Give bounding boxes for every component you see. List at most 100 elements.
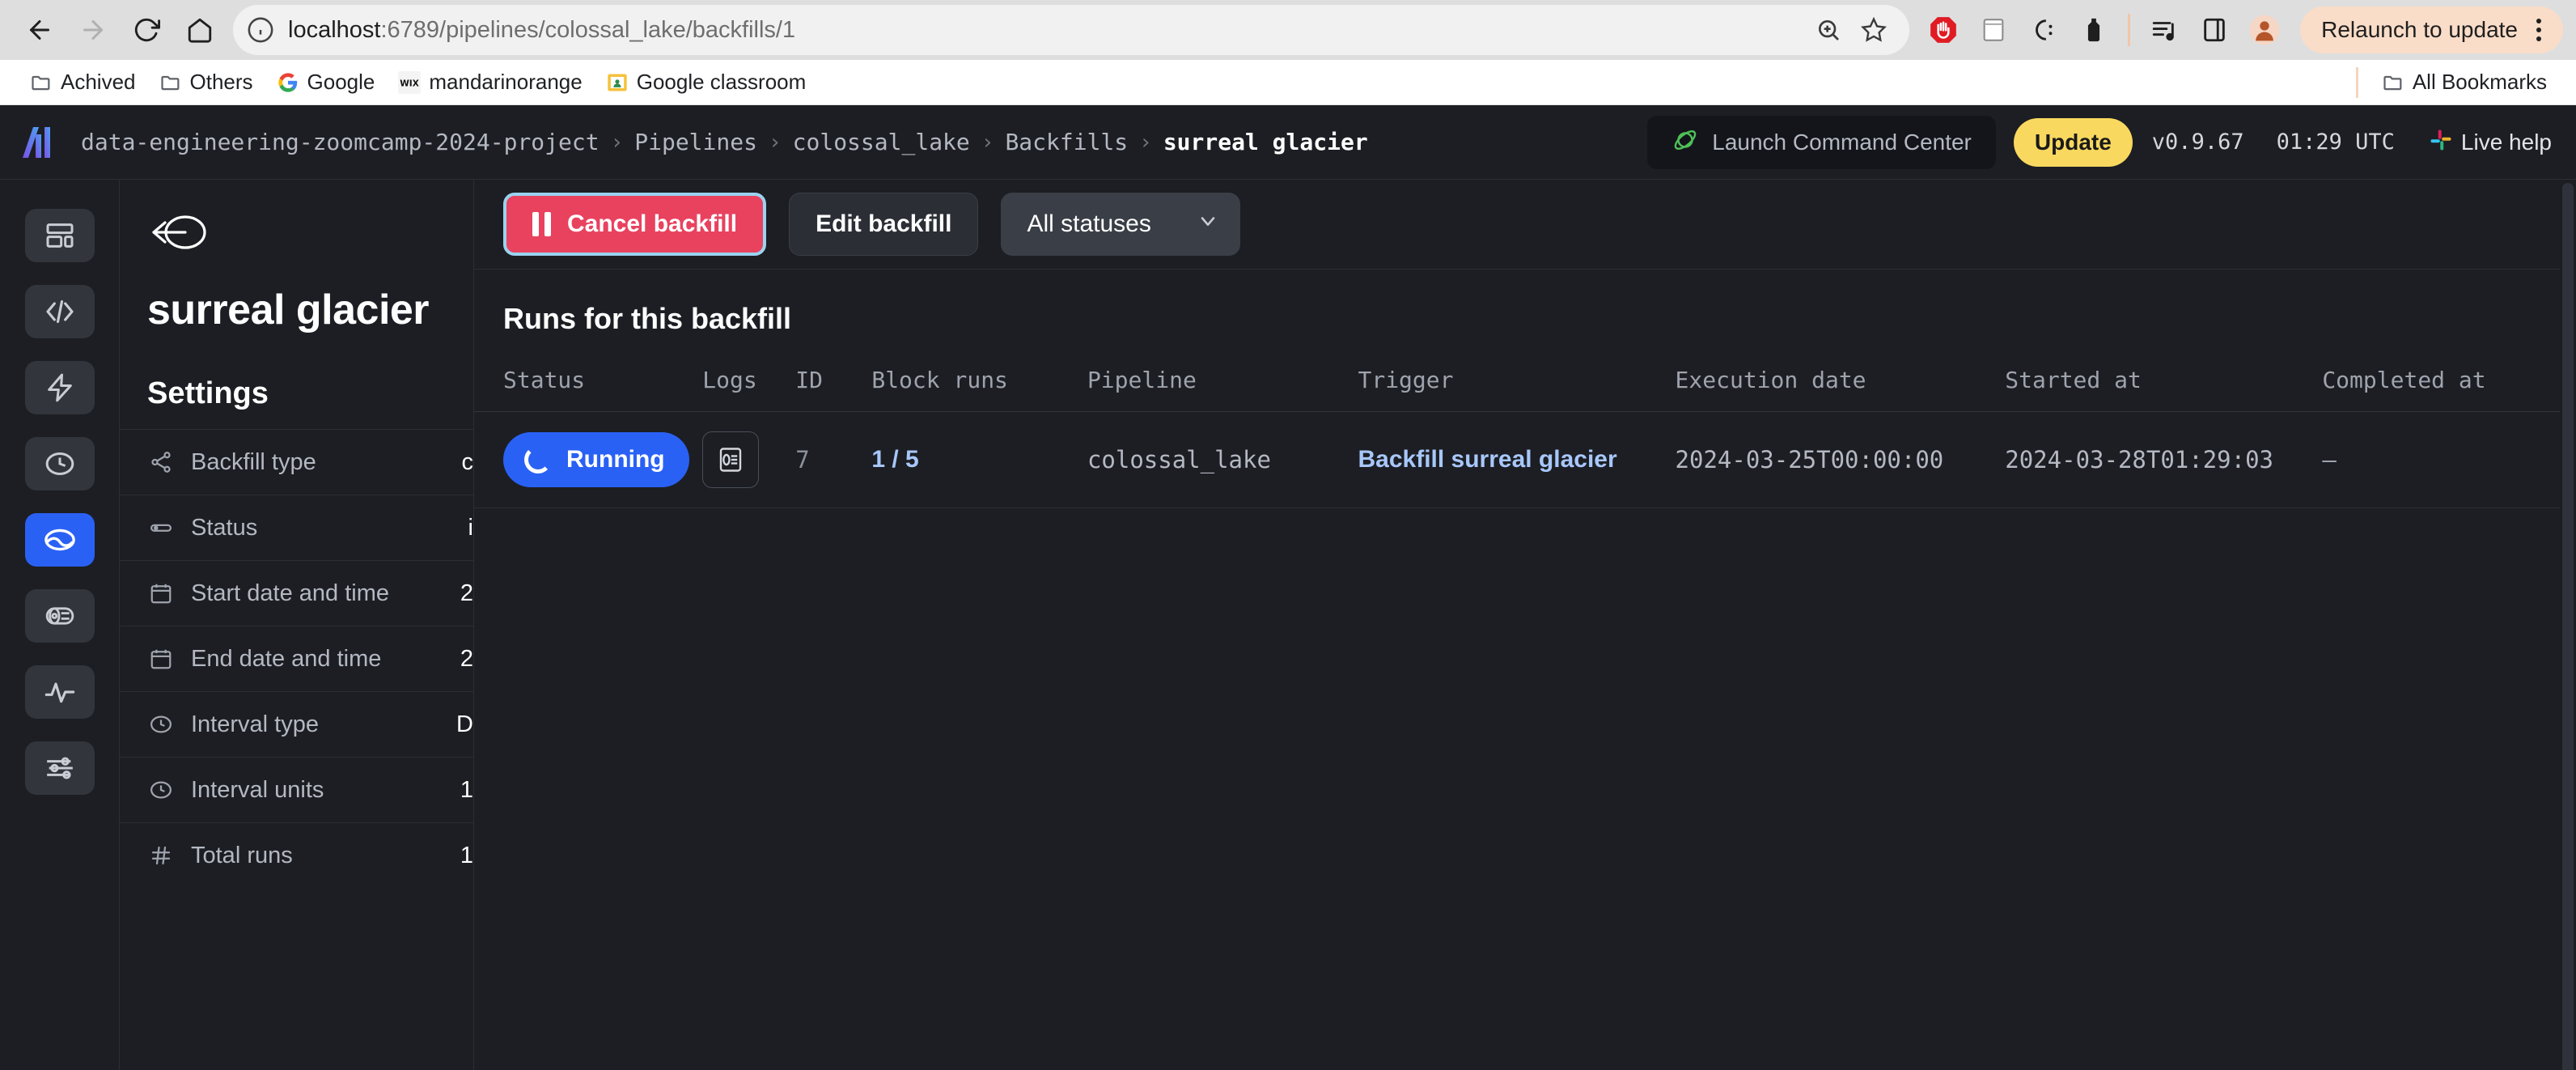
setting-value: D [456,711,473,737]
breadcrumb-pipelines[interactable]: Pipelines [634,129,757,155]
hash-icon [147,842,175,869]
setting-backfill-type[interactable]: Backfill type c [120,429,473,495]
status-filter-select[interactable]: All statuses [1001,193,1240,256]
folder-icon [29,70,53,95]
calendar-icon [147,580,175,607]
clock-icon [147,776,175,804]
breadcrumb-backfills[interactable]: Backfills [1005,129,1128,155]
bookmarks-divider [2355,66,2358,98]
setting-label: Backfill type [191,448,316,475]
playlist-extension-icon[interactable] [2142,7,2187,53]
all-bookmarks-button[interactable]: All Bookmarks [2370,65,2558,100]
bookmark-mandarinorange[interactable]: WIX mandarinorange [386,65,593,100]
setting-total-runs[interactable]: Total runs 1 [120,822,473,888]
cell-id: 7 [795,446,810,473]
mage-logo-icon[interactable] [18,122,58,163]
col-id: ID [795,367,823,393]
block-runs-link[interactable]: 1 / 5 [871,446,918,473]
page-scrollbar-thumb[interactable] [2562,183,2574,1070]
rail-item-dashboard[interactable] [24,209,95,262]
zoom-icon[interactable] [1807,9,1849,51]
setting-label: Interval units [191,776,324,803]
breadcrumb-separator: › [981,130,994,155]
bottle-extension-icon[interactable] [2071,7,2116,53]
page-scrollbar[interactable] [2560,180,2576,1070]
chevron-down-icon [1197,210,1219,239]
pause-icon [532,212,551,236]
back-button[interactable] [13,3,66,57]
url-text: localhost:6789/pipelines/colossal_lake/b… [288,16,796,43]
setting-value: 1 [460,776,473,803]
rail-item-code[interactable] [24,285,95,338]
breadcrumb-pipeline-name[interactable]: colossal_lake [793,129,970,155]
live-help-button[interactable]: Live help [2429,128,2552,156]
rail-item-schedules[interactable] [24,437,95,490]
setting-start-date[interactable]: Start date and time 2 [120,560,473,626]
setting-value: 2 [460,580,473,606]
browser-menu-icon[interactable] [2523,11,2555,49]
home-button[interactable] [173,3,227,57]
setting-end-date[interactable]: End date and time 2 [120,626,473,691]
bookmark-star-icon[interactable] [1853,9,1895,51]
clock-icon [147,711,175,738]
extensions-strip: Relaunch to update [1909,6,2563,53]
status-badge[interactable]: Running [503,432,689,487]
runs-table-scroll[interactable]: Status Logs ID Block runs Pipeline Trigg… [474,367,2576,1070]
setting-label: Total runs [191,842,293,868]
site-info-icon[interactable] [241,11,280,49]
bookmark-achived[interactable]: Achived [18,65,147,100]
rail-item-settings[interactable] [24,741,95,795]
edit-backfill-button[interactable]: Edit backfill [789,193,979,256]
setting-interval-type[interactable]: Interval type D [120,691,473,757]
update-button[interactable]: Update [2013,117,2133,167]
cancel-backfill-button[interactable]: Cancel backfill [503,193,767,256]
window-extension-icon[interactable] [1971,7,2016,53]
status-text: Running [566,446,665,473]
colon-extension-icon[interactable] [2021,7,2066,53]
trigger-link[interactable]: Backfill surreal glacier [1358,446,1616,473]
col-block-runs: Block runs [871,367,1008,393]
logs-icon[interactable] [702,431,760,488]
col-status: Status [503,367,586,393]
google-icon [276,70,300,95]
rail-item-backfills[interactable] [24,513,95,567]
table-row[interactable]: Running 7 1 / 5 colossal_lake Backfill s… [474,412,2576,508]
rail-item-logs[interactable] [24,589,95,643]
bookmark-others[interactable]: Others [147,65,265,100]
relaunch-to-update-button[interactable]: Relaunch to update [2300,6,2563,53]
version-label: v0.9.67 [2151,130,2244,155]
browser-chrome: localhost:6789/pipelines/colossal_lake/b… [0,0,2576,105]
breadcrumb-separator: › [610,130,624,155]
folder-icon [2381,70,2405,95]
rail-item-triggers[interactable] [24,361,95,414]
setting-label: End date and time [191,645,382,672]
bookmark-label: Others [189,70,253,94]
cell-completed-at: — [2322,446,2337,473]
sidepanel-icon[interactable] [2192,7,2237,53]
bookmark-label: mandarinorange [429,70,583,94]
status-filter-value: All statuses [1027,210,1151,237]
setting-interval-units[interactable]: Interval units 1 [120,757,473,822]
rail-item-monitor[interactable] [24,665,95,719]
reload-button[interactable] [120,3,173,57]
runs-card: Runs for this backfill Status Logs ID Bl… [474,269,2576,1070]
extension-divider [2128,14,2131,46]
bookmark-google-classroom[interactable]: Google classroom [594,65,818,100]
forward-button[interactable] [66,3,120,57]
share-icon [147,448,175,476]
col-completed-at: Completed at [2322,367,2486,393]
breadcrumb-project[interactable]: data-engineering-zoomcamp-2024-project [81,129,600,155]
setting-status[interactable]: Status i [120,495,473,560]
address-bar[interactable]: localhost:6789/pipelines/colossal_lake/b… [233,5,1910,55]
launch-command-center-button[interactable]: Launch Command Center [1647,115,1996,169]
adblock-icon[interactable] [1921,7,1966,53]
back-to-backfills-button[interactable] [120,209,473,260]
classroom-icon [605,70,629,95]
bookmarks-bar: Achived Others Google WIX mandarinorange… [0,60,2576,105]
cell-execution-date: 2024-03-25T00:00:00 [1675,446,1944,473]
profile-avatar[interactable] [2242,7,2287,53]
bookmark-google[interactable]: Google [265,65,387,100]
live-help-label: Live help [2460,129,2552,155]
breadcrumb-separator: › [1139,130,1152,155]
setting-label: Status [191,514,258,541]
